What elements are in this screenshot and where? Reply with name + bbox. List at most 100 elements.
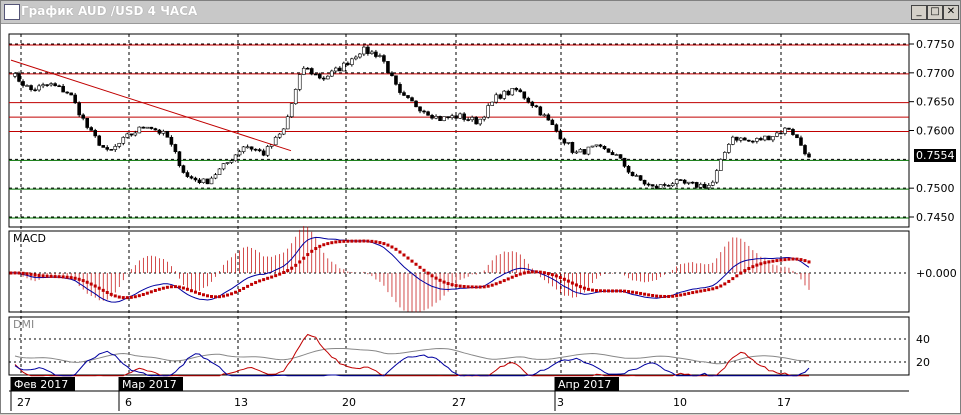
signal-point <box>627 290 631 294</box>
price-label: 0.7450 <box>916 211 955 224</box>
candle <box>45 84 49 86</box>
candle <box>743 137 747 141</box>
candle <box>213 174 218 179</box>
candle <box>670 183 675 187</box>
signal-point <box>402 253 406 257</box>
candle <box>81 114 85 119</box>
signal-point <box>727 279 731 283</box>
candle <box>438 116 442 121</box>
signal-point <box>550 273 554 277</box>
signal-point <box>105 290 109 294</box>
candle <box>133 132 138 136</box>
signal-point <box>282 271 286 275</box>
signal-point <box>366 239 370 243</box>
signal-point <box>246 284 250 288</box>
signal-point <box>542 271 546 275</box>
candle <box>249 146 254 150</box>
signal-point <box>25 272 29 276</box>
signal-point <box>354 239 358 243</box>
candle <box>370 51 374 54</box>
signal-point <box>586 287 590 291</box>
signal-point <box>759 262 763 266</box>
signal-point <box>258 279 262 283</box>
signal-point <box>655 294 659 298</box>
candle <box>366 46 370 54</box>
candle <box>638 175 643 181</box>
signal-point <box>230 292 234 296</box>
candle <box>177 151 182 166</box>
signal-point <box>703 288 707 292</box>
candle <box>53 83 57 87</box>
signal-point <box>486 284 490 288</box>
candle <box>494 94 499 103</box>
candle <box>21 81 25 86</box>
signal-point <box>262 278 266 282</box>
signal-point <box>691 291 695 295</box>
candle <box>710 181 715 186</box>
candle <box>478 118 482 125</box>
signal-point <box>474 285 478 289</box>
candle <box>289 103 294 117</box>
signal-point <box>675 294 679 298</box>
signal-point <box>534 270 538 274</box>
candle <box>217 168 222 175</box>
candle <box>799 137 803 146</box>
price-label: 0.7500 <box>916 182 955 195</box>
candle <box>414 100 418 108</box>
signal-point <box>454 284 458 288</box>
signal-point <box>45 274 49 278</box>
chart-canvas[interactable]: 27 6 13 20 27 3 10 17 Фев 2017 Мар 2017 Апр 2017 0.… <box>1 1 961 415</box>
candle <box>325 75 330 80</box>
signal-point <box>482 285 486 289</box>
signal-point <box>318 244 322 248</box>
candle <box>77 102 81 116</box>
price-panel <box>8 33 910 228</box>
signal-point <box>631 290 635 294</box>
candle <box>293 89 298 104</box>
signal-point <box>767 260 771 264</box>
signal-point <box>374 240 378 244</box>
candle <box>779 132 783 135</box>
signal-point <box>458 284 462 288</box>
month-label: Фев 2017 <box>14 378 68 391</box>
candle <box>317 73 322 79</box>
candle <box>682 179 687 184</box>
signal-point <box>430 274 434 278</box>
candle <box>735 136 739 141</box>
price-label: 0.7750 <box>916 38 955 51</box>
candle <box>590 145 595 148</box>
signal-point <box>735 274 739 278</box>
candle <box>618 154 623 159</box>
candle <box>646 183 651 186</box>
signal-point <box>643 292 647 296</box>
signal-point <box>113 294 117 298</box>
signal-point <box>695 290 699 294</box>
signal-point <box>554 274 558 278</box>
signal-point <box>330 241 334 245</box>
signal-point <box>659 294 663 298</box>
signal-point <box>647 293 651 297</box>
candle <box>13 73 17 77</box>
candle <box>145 126 150 129</box>
candle <box>586 146 591 155</box>
candle <box>41 84 45 87</box>
candle <box>406 95 410 98</box>
signal-point <box>226 293 230 297</box>
signal-point <box>530 270 534 274</box>
signal-point <box>358 239 362 243</box>
candle <box>450 115 454 119</box>
candle <box>642 179 647 185</box>
month-label: Апр 2017 <box>558 378 611 391</box>
candle <box>498 94 503 99</box>
signal-point <box>558 276 562 280</box>
signal-point <box>222 294 226 298</box>
signal-point <box>506 277 510 281</box>
candle <box>530 101 535 107</box>
dmi-20-label: 20 <box>916 356 930 369</box>
signal-point <box>683 292 687 296</box>
signal-point <box>81 279 85 283</box>
candle <box>795 134 799 139</box>
candle <box>309 68 314 75</box>
candle <box>466 119 470 121</box>
candle <box>526 97 531 103</box>
